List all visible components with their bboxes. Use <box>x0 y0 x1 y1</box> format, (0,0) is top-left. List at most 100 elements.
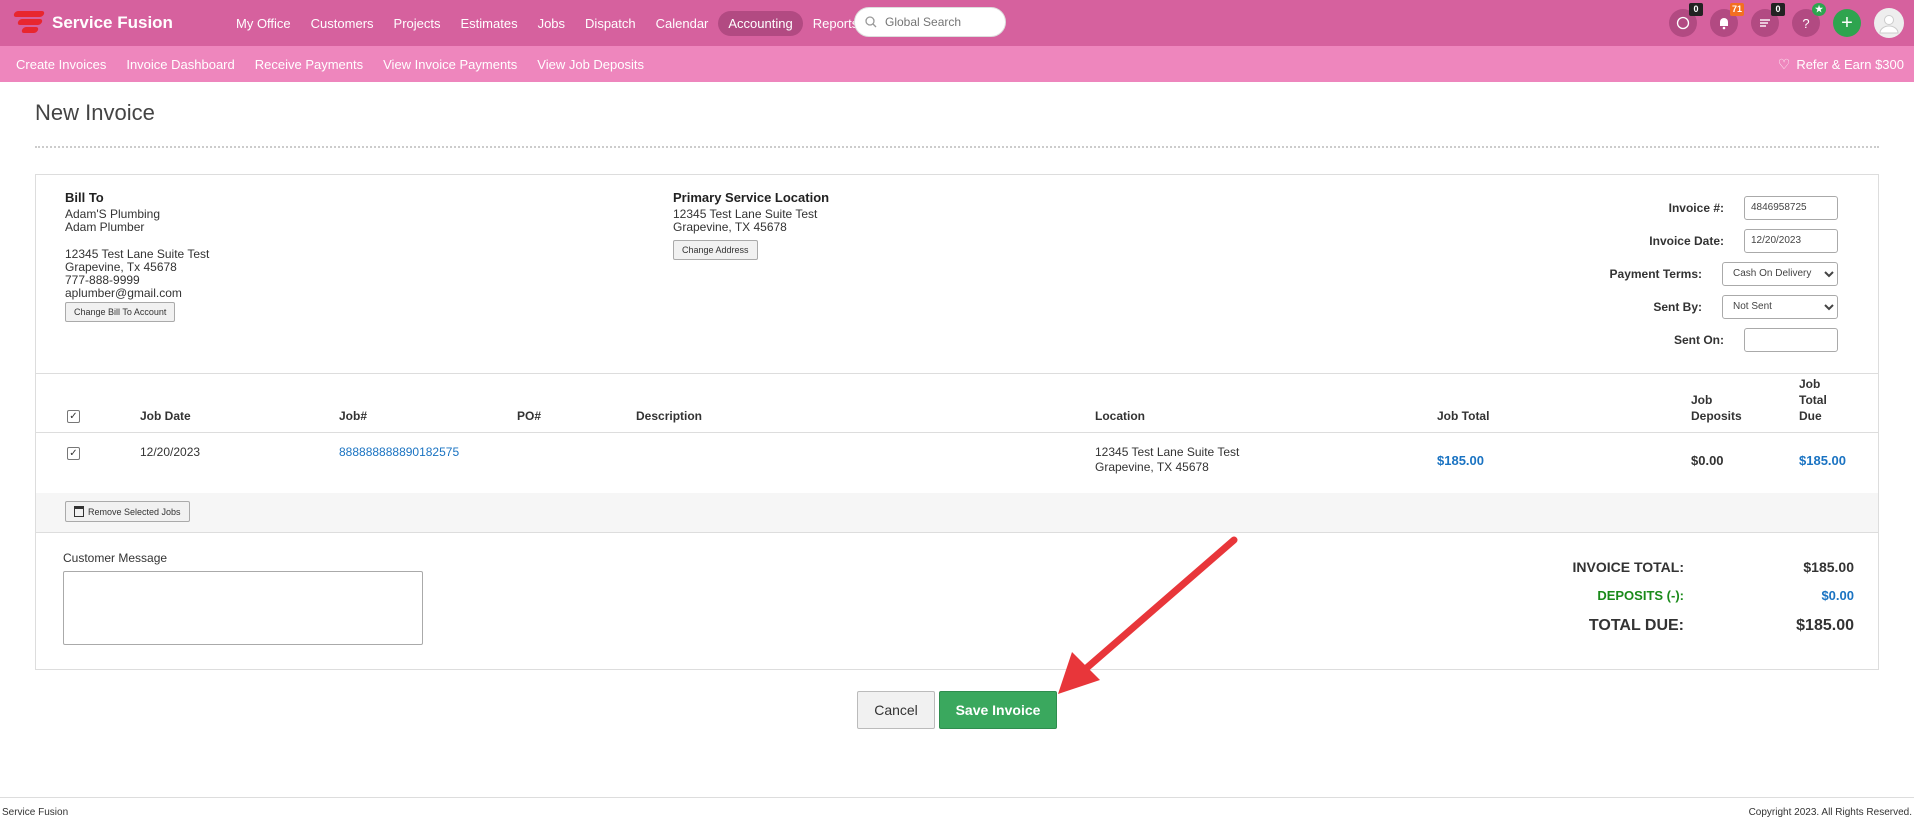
invoice-card: Bill To Adam'S Plumbing Adam Plumber 123… <box>35 174 1879 670</box>
invoice-date-input[interactable] <box>1744 228 1838 253</box>
nav-dispatch[interactable]: Dispatch <box>575 11 646 36</box>
remove-selected-jobs-label: Remove Selected Jobs <box>88 506 181 517</box>
table-row: ✓ 12/20/2023 888888888890182575 12345 Te… <box>36 441 1878 481</box>
list-icon <box>1760 19 1770 27</box>
invoice-fields: Invoice #: Invoice Date: Payment Terms: … <box>1558 191 1838 356</box>
subnav-create-invoices[interactable]: Create Invoices <box>16 57 106 72</box>
sent-on-input[interactable] <box>1744 327 1838 352</box>
header-job-date: Job Date <box>140 409 191 423</box>
invoice-date-row: Invoice Date: <box>1558 224 1838 257</box>
total-due-value: $185.00 <box>1796 617 1854 634</box>
accounting-subnav: Create Invoices Invoice Dashboard Receiv… <box>0 46 1914 82</box>
user-icon <box>1879 15 1899 34</box>
app-logo[interactable]: Service Fusion <box>12 9 214 37</box>
cancel-button[interactable]: Cancel <box>857 691 935 729</box>
row-location: 12345 Test Lane Suite Test Grapevine, TX… <box>1095 445 1239 475</box>
search-icon <box>865 16 877 28</box>
sent-by-select[interactable]: Not Sent <box>1722 294 1838 319</box>
header-po: PO# <box>517 409 542 423</box>
global-search[interactable] <box>854 7 1006 37</box>
row-total-due: $185.00 <box>1799 453 1846 468</box>
service-location-heading: Primary Service Location <box>673 190 830 205</box>
trash-icon <box>74 506 84 517</box>
invoice-total-value: $185.00 <box>1803 559 1854 575</box>
tasks-badge: 0 <box>1771 3 1785 16</box>
invoice-total-label: INVOICE TOTAL: <box>1572 559 1684 575</box>
notifications-button[interactable]: 71 <box>1710 3 1744 37</box>
row-checkbox[interactable]: ✓ <box>67 447 80 460</box>
add-button[interactable]: + <box>1833 9 1861 37</box>
nav-customers[interactable]: Customers <box>301 11 384 36</box>
payment-terms-row: Payment Terms: Cash On Delivery <box>1558 257 1838 290</box>
header-job-deposits: Job Deposits <box>1691 393 1742 423</box>
jobs-table-header: ✓ Job Date Job# PO# Description Location… <box>36 377 1878 433</box>
subnav-view-invoice-payments[interactable]: View Invoice Payments <box>383 57 517 72</box>
nav-projects[interactable]: Projects <box>384 11 451 36</box>
invoice-total-row: INVOICE TOTAL: $185.00 <box>1554 553 1854 581</box>
footer-copyright: Copyright 2023. All Rights Reserved. <box>1748 807 1912 818</box>
table-actions-bar: Remove Selected Jobs <box>36 493 1878 533</box>
row-location-line1: 12345 Test Lane Suite Test <box>1095 445 1240 459</box>
help-button[interactable]: ? ★ <box>1792 3 1826 37</box>
invoice-number-label: Invoice #: <box>1668 200 1724 215</box>
save-invoice-button[interactable]: Save Invoice <box>939 691 1057 729</box>
notifications-badge: 71 <box>1729 3 1744 16</box>
plus-icon: + <box>1841 11 1853 34</box>
nav-accounting[interactable]: Accounting <box>718 10 803 36</box>
remove-selected-jobs-button[interactable]: Remove Selected Jobs <box>65 501 190 522</box>
payment-terms-label: Payment Terms: <box>1609 266 1702 281</box>
page-title: New Invoice <box>35 100 155 125</box>
nav-estimates[interactable]: Estimates <box>451 11 528 36</box>
header-job-total: Job Total <box>1437 409 1490 423</box>
invoice-number-row: Invoice #: <box>1558 191 1838 224</box>
nav-jobs[interactable]: Jobs <box>528 11 575 36</box>
user-avatar[interactable] <box>1874 8 1904 38</box>
top-icons: 0 71 0 ? ★ + <box>1656 0 1904 46</box>
deposits-row: DEPOSITS (-): $0.00 <box>1554 581 1854 609</box>
heart-icon: ♡ <box>1777 55 1791 72</box>
bill-to-heading: Bill To <box>65 190 104 205</box>
chat-icon <box>1676 16 1690 30</box>
subnav-receive-payments[interactable]: Receive Payments <box>255 57 363 72</box>
logo-mark-icon <box>12 9 48 37</box>
footer-left: Service Fusion <box>2 807 69 818</box>
row-job-date: 12/20/2023 <box>140 445 201 459</box>
chat-badge: 0 <box>1689 3 1703 16</box>
help-icon: ? <box>1802 15 1810 31</box>
row-job-total[interactable]: $185.00 <box>1437 453 1484 468</box>
subnav-view-job-deposits[interactable]: View Job Deposits <box>537 57 644 72</box>
refer-link[interactable]: ♡ Refer & Earn $300 <box>1778 46 1904 82</box>
header-location: Location <box>1095 409 1145 423</box>
customer-message-label: Customer Message <box>63 551 168 565</box>
row-location-line2: Grapevine, TX 45678 <box>1095 460 1209 474</box>
help-star-icon: ★ <box>1812 3 1826 16</box>
nav-my-office[interactable]: My Office <box>226 11 301 36</box>
subnav-invoice-dashboard[interactable]: Invoice Dashboard <box>126 57 234 72</box>
sent-on-label: Sent On: <box>1674 332 1724 347</box>
change-bill-to-button[interactable]: Change Bill To Account <box>65 302 176 322</box>
service-location-city: Grapevine, TX 45678 <box>673 220 787 234</box>
bill-to-contact: Adam Plumber <box>65 220 145 234</box>
customer-message-textarea[interactable] <box>63 571 423 645</box>
chat-button[interactable]: 0 <box>1669 3 1703 37</box>
nav-calendar[interactable]: Calendar <box>646 11 719 36</box>
header-job-num: Job# <box>339 409 368 423</box>
payment-terms-select[interactable]: Cash On Delivery <box>1722 261 1838 286</box>
refer-label: Refer & Earn $300 <box>1796 56 1904 72</box>
main-nav: My Office Customers Projects Estimates J… <box>226 10 868 36</box>
select-all-checkbox[interactable]: ✓ <box>67 410 80 423</box>
header-job-total-due: Job Total Due <box>1799 377 1827 423</box>
top-navbar: Service Fusion My Office Customers Proje… <box>0 0 1914 46</box>
search-input[interactable] <box>885 15 995 29</box>
sent-on-row: Sent On: <box>1558 323 1838 356</box>
tasks-button[interactable]: 0 <box>1751 3 1785 37</box>
sent-by-row: Sent By: Not Sent <box>1558 290 1838 323</box>
app-name: Service Fusion <box>52 13 173 32</box>
row-job-num-link[interactable]: 888888888890182575 <box>339 445 459 460</box>
header-description: Description <box>636 409 703 423</box>
totals-section: INVOICE TOTAL: $185.00 DEPOSITS (-): $0.… <box>1554 553 1854 643</box>
sent-by-label: Sent By: <box>1653 299 1702 314</box>
invoice-date-label: Invoice Date: <box>1649 233 1724 248</box>
invoice-number-input[interactable] <box>1744 195 1838 220</box>
change-address-button[interactable]: Change Address <box>673 240 758 260</box>
